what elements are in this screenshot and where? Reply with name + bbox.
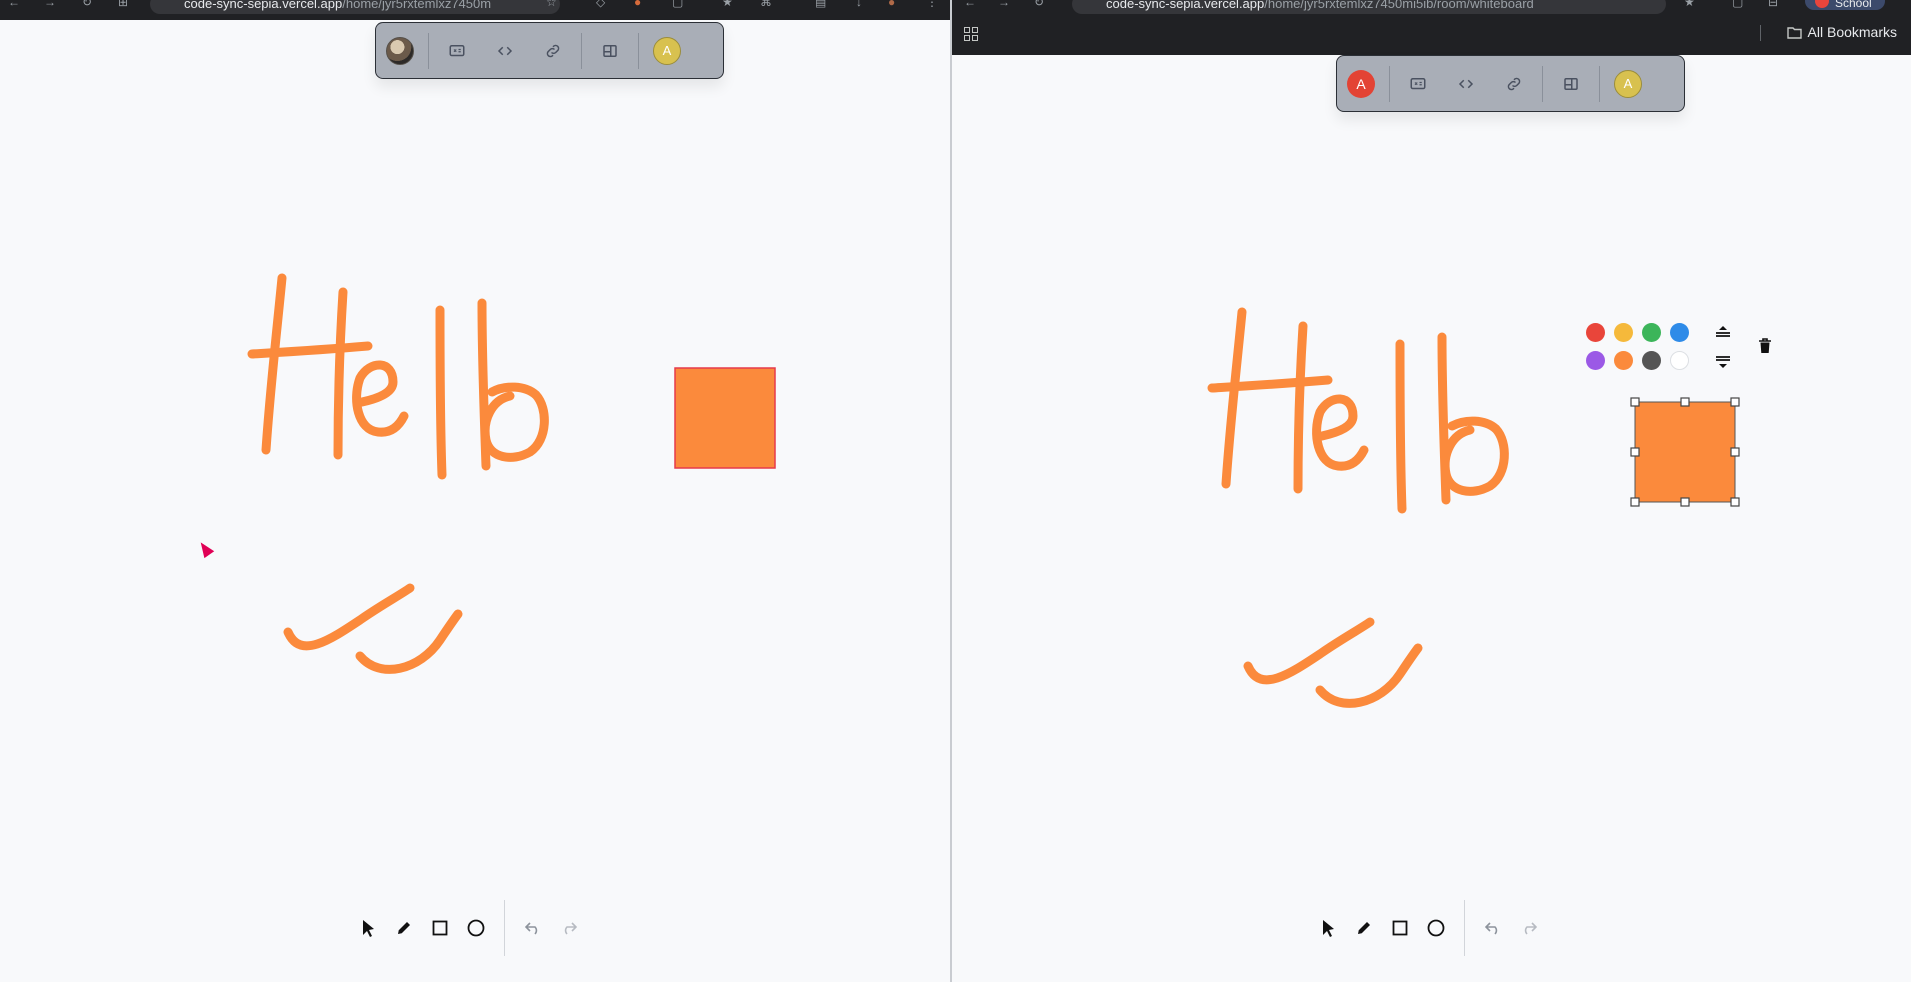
circle-tool-button[interactable] bbox=[1418, 910, 1454, 946]
whiteboard-canvas-left[interactable] bbox=[0, 0, 950, 982]
resize-handle-n[interactable] bbox=[1680, 397, 1690, 407]
stroke-h-right bbox=[1293, 321, 1308, 494]
toolbar-divider bbox=[504, 900, 505, 956]
resize-handle-nw[interactable] bbox=[1630, 397, 1640, 407]
undo-icon bbox=[525, 922, 538, 935]
stroke-smile-1 bbox=[1243, 617, 1375, 685]
hello-drawing-left bbox=[247, 273, 549, 674]
pencil-icon bbox=[398, 922, 410, 934]
redo-button[interactable] bbox=[1511, 910, 1547, 946]
color-swatch-gray[interactable] bbox=[1642, 351, 1661, 370]
stroke-l1 bbox=[1395, 339, 1407, 514]
shape-style-palette bbox=[1586, 320, 1778, 378]
color-swatch-white[interactable] bbox=[1670, 351, 1689, 370]
stroke-smile-2 bbox=[355, 609, 463, 674]
drawing-toolbar-left bbox=[350, 900, 587, 956]
undo-icon bbox=[1485, 922, 1498, 935]
resize-handle-w[interactable] bbox=[1630, 447, 1640, 457]
resize-handle-ne[interactable] bbox=[1730, 397, 1740, 407]
stroke-o bbox=[480, 382, 549, 462]
stroke-h-right bbox=[333, 287, 348, 460]
square-shape-left[interactable] bbox=[674, 367, 776, 469]
pencil-tool-button[interactable] bbox=[1346, 910, 1382, 946]
trash-icon[interactable] bbox=[1758, 338, 1772, 358]
stroke-e bbox=[352, 360, 409, 437]
send-backward-icon[interactable] bbox=[1714, 352, 1732, 374]
square-shape-right[interactable] bbox=[1634, 401, 1736, 503]
pencil-tool-button[interactable] bbox=[386, 910, 422, 946]
stroke-h-bar bbox=[1207, 375, 1333, 393]
drawing-toolbar-right bbox=[1310, 900, 1547, 956]
color-swatch-blue[interactable] bbox=[1670, 323, 1689, 342]
stroke-h-left bbox=[1221, 307, 1247, 489]
rectangle-tool-button[interactable] bbox=[422, 910, 458, 946]
color-swatch-purple[interactable] bbox=[1586, 351, 1605, 370]
left-browser-window: ← → ↻ ⊞ code-sync-sepia.vercel.app/home/… bbox=[0, 0, 950, 982]
pointer-icon bbox=[1323, 920, 1334, 937]
resize-handle-sw[interactable] bbox=[1630, 497, 1640, 507]
bring-forward-icon[interactable] bbox=[1714, 324, 1732, 346]
redo-icon bbox=[1524, 922, 1537, 935]
resize-handle-s[interactable] bbox=[1680, 497, 1690, 507]
hello-drawing-right bbox=[1207, 307, 1509, 708]
resize-handle-e[interactable] bbox=[1730, 447, 1740, 457]
circle-tool-button[interactable] bbox=[458, 910, 494, 946]
stroke-o bbox=[1440, 416, 1509, 496]
circle-icon bbox=[1427, 919, 1445, 937]
color-swatch-red[interactable] bbox=[1586, 323, 1605, 342]
stroke-smile-2 bbox=[1315, 643, 1423, 708]
rectangle-tool-button[interactable] bbox=[1382, 910, 1418, 946]
selected-square-group[interactable] bbox=[1630, 397, 1740, 507]
redo-button[interactable] bbox=[551, 910, 587, 946]
select-tool-button[interactable] bbox=[350, 910, 386, 946]
stroke-h-bar bbox=[247, 341, 373, 359]
rectangle-icon bbox=[1392, 920, 1408, 936]
stroke-l1 bbox=[435, 305, 447, 480]
pointer-icon bbox=[363, 920, 374, 937]
color-swatch-green[interactable] bbox=[1642, 323, 1661, 342]
color-swatch-yellow[interactable] bbox=[1614, 323, 1633, 342]
pencil-icon bbox=[1358, 922, 1370, 934]
undo-button[interactable] bbox=[1475, 910, 1511, 946]
undo-button[interactable] bbox=[515, 910, 551, 946]
select-tool-button[interactable] bbox=[1310, 910, 1346, 946]
stroke-h-left bbox=[261, 273, 287, 455]
circle-icon bbox=[467, 919, 485, 937]
stroke-smile-1 bbox=[283, 583, 415, 651]
toolbar-divider bbox=[1464, 900, 1465, 956]
rectangle-icon bbox=[432, 920, 448, 936]
resize-handle-se[interactable] bbox=[1730, 497, 1740, 507]
stroke-e bbox=[1312, 394, 1369, 471]
redo-icon bbox=[564, 922, 577, 935]
color-swatch-orange[interactable] bbox=[1614, 351, 1633, 370]
right-browser-window: ← → ↻ code-sync-sepia.vercel.app/home/jy… bbox=[952, 0, 1911, 982]
whiteboard-canvas-right[interactable] bbox=[952, 0, 1911, 982]
